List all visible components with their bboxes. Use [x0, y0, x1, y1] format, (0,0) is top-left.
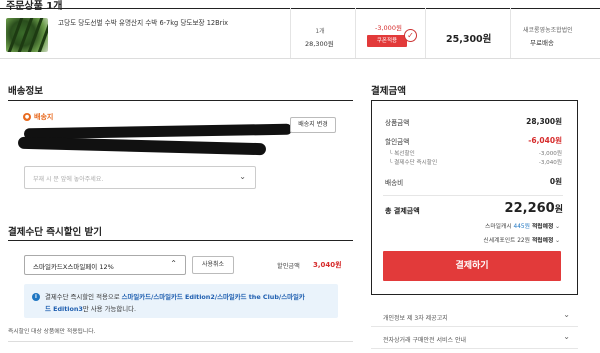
instant-discount-divider	[8, 240, 353, 241]
redacted-address	[17, 136, 267, 156]
order-final-price: 25,300원	[446, 34, 492, 45]
chevron-down-icon: ⌄	[563, 310, 570, 319]
safe-purchase-accordion[interactable]: 전자상거래 구매안전 서비스 안내 ⌄	[371, 329, 578, 349]
total-amount-value: 22,260원	[504, 201, 563, 216]
column-divider	[510, 8, 511, 58]
summary-divider	[383, 195, 563, 196]
instant-discount-label: 할인금액	[277, 263, 300, 270]
column-divider	[290, 8, 291, 58]
payment-section-title: 결제금액	[371, 86, 406, 97]
instant-discount-value: 3,040원	[313, 261, 342, 269]
shipping-company: 새코롱영농조합법인	[523, 27, 573, 34]
card-discount-select[interactable]: 스마일카드X스마일페이 12% ⌃	[24, 255, 186, 275]
sub-discount-value: -3,000원	[538, 151, 562, 157]
info-icon: i	[32, 293, 40, 301]
accordion-label: 전자상거래 구매안전 서비스 안내	[383, 337, 467, 344]
shipping-fee-value: 0원	[549, 177, 562, 186]
shipping-section-title: 배송정보	[8, 86, 43, 97]
shinsegae-points: 신세계포인트 22원 적립예정 ⌄	[483, 238, 560, 244]
cancel-discount-button[interactable]: 사용취소	[192, 256, 234, 274]
section-divider	[8, 341, 353, 342]
location-pin-icon: ●	[23, 113, 31, 121]
chevron-down-icon: ⌄	[239, 172, 246, 181]
instant-discount-title: 결제수단 즉시할인 받기	[8, 227, 103, 238]
coupon-discount-amount: -3,000원	[375, 24, 402, 32]
order-section-title: 주문상품 1개	[6, 1, 63, 12]
product-thumbnail[interactable]	[6, 18, 48, 52]
total-amount-label: 총 결제금액	[385, 207, 420, 215]
accordion-label: 개인정보 제 3자 제공고지	[383, 315, 448, 322]
shipping-type: 무료배송	[530, 39, 554, 47]
apply-coupon-button[interactable]: 쿠폰적용	[367, 35, 407, 47]
info-text-line2: 드 Edition3만 사용 가능합니다.	[45, 305, 137, 313]
product-amount-label: 상품금액	[385, 119, 410, 127]
delivery-memo-placeholder: 부재 시 문 앞에 놓아주세요.	[33, 176, 104, 183]
product-amount-value: 28,300원	[526, 117, 562, 126]
shipping-divider	[8, 100, 353, 101]
third-party-consent-accordion[interactable]: 개인정보 제 3자 제공고지 ⌄	[371, 307, 578, 327]
info-text-line1: 결제수단 즉시할인 적용으로 스마일카드/스마일카드 Edition2/스마일카…	[45, 293, 305, 301]
pay-button[interactable]: 결제하기	[383, 251, 561, 281]
smile-cash-points: 스마일캐시 445원 적립예정 ⌄	[485, 224, 560, 230]
shipping-fee-label: 배송비	[385, 179, 404, 187]
sub-discount-value: -3,040원	[538, 160, 562, 166]
sub-discount-label: └ 복선할인	[389, 151, 415, 157]
chevron-down-icon: ⌄	[563, 332, 570, 341]
destination-label: 배송지	[34, 113, 54, 121]
product-quantity: 1개	[315, 28, 325, 35]
instant-discount-footnote: 즉시할인 대상 상품에만 적용됩니다.	[8, 329, 96, 335]
delivery-memo-select[interactable]: 부재 시 문 앞에 놓아주세요. ⌄	[24, 166, 256, 189]
sub-discount-label: └ 결제수단 즉시할인	[389, 160, 438, 166]
change-address-button[interactable]: 배송지 변경	[290, 117, 336, 133]
order-row-divider	[0, 58, 600, 59]
product-name[interactable]: 고당도 당도선별 수박 유명산지 수박 6-7kg 당도보장 12Brix	[58, 17, 228, 27]
column-divider	[425, 8, 426, 58]
card-discount-value: 스마일카드X스마일페이 12%	[33, 263, 114, 271]
check-icon: ✓	[404, 29, 417, 42]
unit-price: 28,300원	[305, 40, 334, 48]
discount-amount-value: -6,040원	[528, 136, 562, 145]
column-divider	[355, 8, 356, 58]
discount-amount-label: 할인금액	[385, 138, 410, 146]
discount-info-box: i 결제수단 즉시할인 적용으로 스마일카드/스마일카드 Edition2/스마…	[24, 284, 338, 318]
chevron-up-icon: ⌃	[170, 259, 177, 268]
